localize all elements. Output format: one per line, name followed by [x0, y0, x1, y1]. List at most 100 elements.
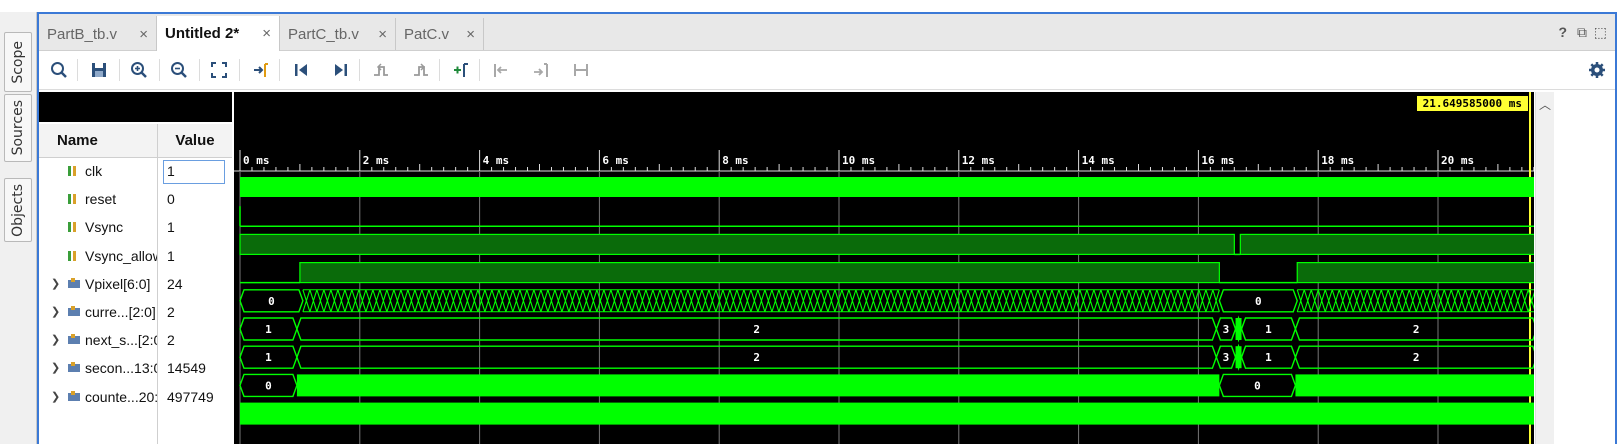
next-transition-icon[interactable] — [409, 58, 433, 82]
chevron-right-icon[interactable]: ❯ — [51, 390, 60, 403]
signal-row[interactable]: reset 0 — [39, 186, 232, 214]
selected-value-box — [163, 160, 225, 184]
signal-row[interactable]: ❯ counte...20:0] 497749 — [39, 384, 232, 412]
seconds-segment-label: 0 — [265, 379, 272, 392]
tab-partc-tb[interactable]: PartC_tb.v × — [280, 18, 396, 50]
next-state-segment-label: 2 — [753, 351, 760, 364]
chevron-right-icon[interactable]: ❯ — [51, 333, 60, 346]
side-tab-sources-label: Sources — [10, 100, 26, 156]
waveform-toolbar — [39, 51, 1615, 90]
tick-label: 0 ms — [243, 154, 270, 167]
cursor-time-readout: 21.649585000 ms — [1416, 96, 1528, 111]
signal-name: curre...[2:0] — [85, 304, 156, 320]
help-icon[interactable]: ? — [1558, 24, 1567, 40]
zoom-fit-icon[interactable] — [207, 58, 231, 82]
side-tab-objects[interactable]: Objects — [4, 178, 32, 242]
next-state-segment-label: 2 — [1413, 351, 1420, 364]
go-to-time-0-icon[interactable] — [289, 58, 313, 82]
restore-icon[interactable]: ⧉ — [1577, 24, 1587, 41]
close-icon[interactable]: × — [466, 26, 475, 43]
go-to-last-time-icon[interactable] — [329, 58, 353, 82]
bit-signal-icon — [68, 194, 76, 205]
tab-partb-tb[interactable]: PartB_tb.v × — [39, 18, 157, 50]
vsync-allow-wave — [299, 262, 1220, 284]
add-marker-icon[interactable] — [449, 58, 473, 82]
editor-tab-bar: PartB_tb.v × Untitled 2* × PartC_tb.v × Pat… — [39, 14, 1615, 51]
tick-label: 6 ms — [602, 154, 629, 167]
next-marker-icon[interactable] — [529, 58, 553, 82]
side-tool-tabs: Scope Sources Objects — [0, 12, 37, 444]
tab-patc[interactable]: PatC.v × — [396, 18, 484, 50]
tab-untitled-2[interactable]: Untitled 2* × — [156, 16, 280, 51]
signal-row[interactable]: Vsync_allow 1 — [39, 243, 232, 271]
scroll-up-icon[interactable]: ︿ — [1539, 96, 1551, 113]
signal-row[interactable]: ❯ curre...[2:0] 2 — [39, 299, 232, 327]
current-state-segment-label: 2 — [753, 323, 760, 336]
previous-marker-icon[interactable] — [489, 58, 513, 82]
signal-name: counte...20:0] — [85, 388, 157, 405]
tick-label: 18 ms — [1321, 154, 1354, 167]
tab-label: Untitled 2* — [165, 25, 240, 42]
tab-label: PartC_tb.v — [288, 25, 359, 43]
signal-value: 497749 — [167, 388, 214, 405]
signal-name: reset — [85, 191, 117, 208]
signal-name: clk — [85, 163, 103, 179]
signal-name: Vsync_allow — [85, 247, 157, 264]
signal-row[interactable]: ❯ secon...13:0] 14549 — [39, 355, 232, 383]
vsync-wave — [1239, 233, 1534, 255]
chevron-right-icon[interactable]: ❯ — [51, 305, 60, 318]
name-column-header[interactable]: Name — [39, 124, 157, 158]
next-state-segment-label: 3 — [1223, 351, 1230, 364]
counter-dense — [240, 402, 1534, 425]
side-tab-sources[interactable]: Sources — [4, 94, 32, 162]
tab-label: PatC.v — [404, 25, 450, 43]
tick-label: 10 ms — [842, 154, 875, 167]
tick-label: 4 ms — [483, 154, 510, 167]
maximize-icon[interactable]: ⬚ — [1594, 24, 1607, 41]
close-icon[interactable]: × — [139, 26, 148, 43]
value-column-header[interactable]: Value — [158, 124, 232, 158]
close-icon[interactable]: × — [262, 25, 271, 42]
next-state-segment-label: 1 — [1265, 351, 1272, 364]
current-state-segment-label: 2 — [1413, 323, 1420, 336]
bus-signal-icon — [68, 390, 80, 401]
chevron-right-icon[interactable]: ❯ — [51, 277, 60, 290]
signal-row[interactable]: ❯ Vpixel[6:0] 24 — [39, 271, 232, 299]
seconds-dense — [1295, 374, 1534, 397]
signal-row[interactable]: clk 1 — [39, 158, 232, 186]
tick-label: 20 ms — [1441, 154, 1474, 167]
bus-signal-icon — [68, 334, 80, 345]
signal-row[interactable]: ❯ next_s...[2:0] 2 — [39, 327, 232, 355]
side-tab-scope[interactable]: Scope — [4, 32, 32, 92]
waveform-canvas[interactable]: 0 ms 2 ms 4 ms 6 ms 8 ms 10 ms 12 ms 14 ms 16 ms… — [234, 92, 1534, 444]
vpixel-segment-label: 0 — [1255, 295, 1262, 308]
signal-value: 2 — [167, 304, 175, 320]
signal-value: 2 — [167, 332, 175, 349]
tick-label: 2 ms — [363, 154, 390, 167]
vsync-allow-wave — [1296, 262, 1534, 284]
search-icon[interactable] — [47, 58, 71, 82]
waveform-viewer[interactable]: 0 ms 2 ms 4 ms 6 ms 8 ms 10 ms 12 ms 14 ms 16 ms… — [234, 92, 1534, 444]
state-glitch — [1235, 318, 1242, 340]
side-tab-scope-label: Scope — [10, 40, 26, 84]
chevron-right-icon[interactable]: ❯ — [51, 361, 60, 374]
previous-transition-icon[interactable] — [369, 58, 393, 82]
signal-value: 14549 — [167, 360, 206, 377]
zoom-in-icon[interactable] — [127, 58, 151, 82]
settings-gear-icon[interactable] — [1585, 58, 1609, 82]
vertical-scrollbar[interactable]: ︿ — [1535, 92, 1554, 444]
signal-row[interactable]: Vsync 1 — [39, 214, 232, 242]
zoom-out-icon[interactable] — [167, 58, 191, 82]
signal-value: 1 — [167, 247, 175, 264]
current-state-segment-label: 3 — [1223, 323, 1230, 336]
seconds-dense — [296, 374, 1220, 397]
tab-label: PartB_tb.v — [47, 25, 118, 43]
signal-name: next_s...[2:0] — [85, 332, 157, 349]
go-to-cursor-icon[interactable] — [249, 58, 273, 82]
bit-signal-icon — [68, 166, 76, 176]
close-icon[interactable]: × — [378, 26, 387, 43]
bit-signal-icon — [68, 222, 76, 233]
save-icon[interactable] — [87, 58, 111, 82]
vpixel-segment-label: 0 — [268, 295, 275, 308]
swap-cursors-icon[interactable] — [569, 58, 593, 82]
